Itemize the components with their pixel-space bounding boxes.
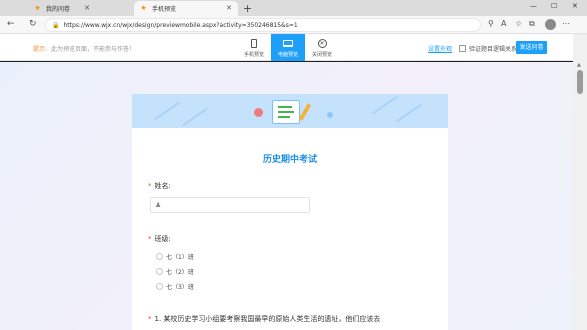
question-name-label: * 姓名: — [148, 182, 171, 190]
radio-option[interactable]: 七（1）班 — [156, 252, 194, 261]
star-favicon-icon: ★ — [140, 4, 147, 12]
tip-label: 提示: — [33, 46, 48, 53]
mode-label: 关闭预览 — [311, 52, 332, 58]
read-aloud-icon[interactable]: A — [501, 19, 506, 28]
minimize-icon[interactable]: — — [530, 2, 537, 10]
radio-option[interactable]: 七（2）班 — [156, 267, 194, 276]
radio-label: 七（1）班 — [166, 254, 194, 261]
scrollbar-thumb[interactable] — [577, 70, 583, 94]
survey-banner — [132, 94, 448, 128]
back-icon[interactable]: ← — [7, 19, 15, 29]
name-input[interactable]: ♟ — [150, 197, 310, 213]
address-bar-row: ← ↻ 🔒 https://www.wjx.cn/wjx/design/prev… — [0, 16, 587, 34]
star-favicon-icon: ★ — [34, 4, 41, 12]
pc-preview-button[interactable]: 电脑预览 — [271, 34, 305, 61]
checklist-illustration-icon — [272, 100, 300, 124]
close-preview-button[interactable]: ✕ 关闭预览 — [305, 34, 339, 61]
maximize-icon[interactable]: ☐ — [551, 2, 557, 10]
close-icon: ✕ — [317, 39, 327, 48]
close-tab-icon[interactable]: ✕ — [226, 4, 232, 12]
user-icon: ♟ — [155, 201, 162, 209]
question-class-label: * 班级: — [148, 235, 171, 243]
url-input[interactable]: 🔒 https://www.wjx.cn/wjx/design/previewm… — [45, 18, 481, 32]
favorite-icon[interactable]: ☆ — [515, 19, 522, 28]
page-scrollbar[interactable]: ▲ — [573, 34, 587, 330]
required-mark: * — [148, 182, 152, 190]
more-icon[interactable]: ⋯ — [562, 19, 570, 28]
tab-label: 我的问卷 — [46, 6, 71, 13]
checkbox-label: 验证题目逻辑关系 — [469, 46, 518, 53]
phone-icon — [251, 39, 257, 48]
tab-label: 手机预览 — [152, 6, 177, 13]
verify-logic-checkbox[interactable]: 验证题目逻辑关系 — [459, 44, 517, 53]
profile-avatar[interactable] — [545, 19, 556, 30]
close-tab-icon[interactable]: ✕ — [84, 4, 90, 12]
question-1-label: * 1. 某校历史学习小组要考察我国最早的原始人类生活的遗址，他们应该去 — [148, 315, 381, 323]
required-mark: * — [148, 315, 152, 323]
mobile-preview-button[interactable]: 手机预览 — [237, 34, 271, 61]
checkbox-box[interactable] — [459, 45, 466, 52]
refresh-icon[interactable]: ↻ — [29, 19, 37, 29]
preview-toolbar: 提示: 此为预览页面，不能参与作答！ 手机预览 电脑预览 ✕ 关闭预览 设置外观 … — [0, 34, 573, 61]
pencil-illustration-icon — [298, 103, 312, 121]
url-text: https://www.wjx.cn/wjx/design/previewmob… — [63, 21, 298, 29]
radio-circle[interactable] — [156, 283, 163, 290]
mode-label: 手机预览 — [243, 52, 264, 58]
tab-strip: ★ 我的问卷 ✕ ★ 手机预览 ✕ + — ☐ ✕ — [0, 0, 587, 16]
close-window-icon[interactable]: ✕ — [572, 2, 578, 10]
settings-appearance-link[interactable]: 设置外观 — [428, 44, 452, 53]
send-survey-button[interactable]: 发送问卷 — [516, 41, 547, 54]
survey-card: 历史期中考试 * 姓名: ♟ * 班级: 七（1）班 七（2）班 七（3）班 * 1.… — [132, 94, 448, 330]
radio-label: 七（3）班 — [166, 284, 194, 291]
monitor-icon — [283, 40, 293, 47]
mode-label: 电脑预览 — [277, 52, 298, 58]
lock-icon: 🔒 — [52, 21, 60, 29]
radio-label: 七（2）班 — [166, 269, 194, 276]
tip-text: 此为预览页面，不能参与作答！ — [51, 46, 136, 53]
required-mark: * — [148, 235, 152, 243]
survey-title: 历史期中考试 — [262, 155, 317, 165]
collections-icon[interactable]: ⧉ — [529, 19, 535, 29]
radio-circle[interactable] — [156, 268, 163, 275]
tab-mobile-preview[interactable]: ★ 手机预览 ✕ — [134, 1, 238, 16]
radio-option[interactable]: 七（3）班 — [156, 282, 194, 291]
scroll-up-icon[interactable]: ▲ — [577, 62, 581, 68]
preview-tip: 提示: 此为预览页面，不能参与作答！ — [33, 44, 135, 53]
zoom-icon[interactable]: ⚲ — [488, 19, 494, 28]
new-tab-icon[interactable]: + — [243, 2, 252, 15]
radio-circle[interactable] — [156, 253, 163, 260]
